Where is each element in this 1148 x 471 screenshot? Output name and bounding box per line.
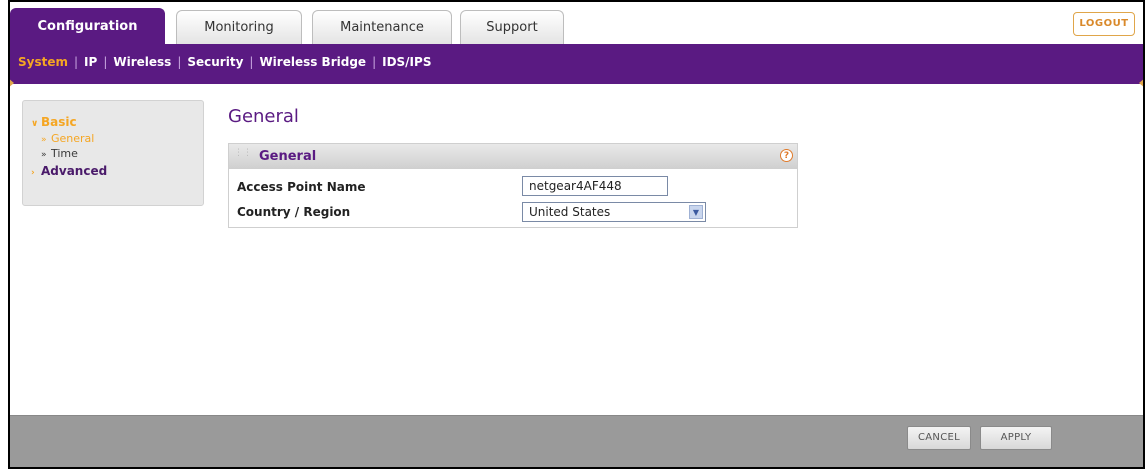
logout-button[interactable]: LOGOUT xyxy=(1073,12,1135,36)
tab-configuration[interactable]: Configuration xyxy=(10,8,165,44)
tab-support[interactable]: Support xyxy=(460,10,564,44)
tab-monitoring[interactable]: Monitoring xyxy=(176,10,302,44)
main-tab-bar: Configuration Monitoring Maintenance Sup… xyxy=(10,2,1143,44)
panel-header: ⋮⋮ General ? xyxy=(229,144,797,169)
access-point-name-label: Access Point Name xyxy=(237,180,366,194)
divider: | xyxy=(249,55,254,69)
subnav-system[interactable]: System xyxy=(18,55,68,69)
access-point-name-input[interactable] xyxy=(522,176,668,196)
app-window: Configuration Monitoring Maintenance Sup… xyxy=(8,0,1145,469)
panel-title: General xyxy=(259,149,317,164)
subnav-ids-ips[interactable]: IDS/IPS xyxy=(382,55,431,69)
country-region-select[interactable]: United States ▼ xyxy=(522,202,706,222)
sidebar-item-time[interactable]: » Time xyxy=(41,147,78,160)
help-icon[interactable]: ? xyxy=(780,149,793,162)
double-chevron-right-icon: » xyxy=(41,135,47,145)
page-title: General xyxy=(228,106,299,127)
corner-marker-right xyxy=(1139,78,1143,88)
sidebar-item-general[interactable]: » General xyxy=(41,132,94,145)
sidebar-item-advanced[interactable]: › Advanced xyxy=(31,164,107,178)
grip-icon: ⋮⋮ xyxy=(234,148,252,158)
subnav-wireless[interactable]: Wireless xyxy=(113,55,171,69)
sidebar-item-label: Time xyxy=(51,147,78,160)
divider: | xyxy=(74,55,79,69)
double-chevron-right-icon: » xyxy=(41,150,47,160)
sidebar-item-basic[interactable]: ∨ Basic xyxy=(31,115,77,129)
action-footer: CANCEL APPLY xyxy=(10,415,1143,467)
chevron-down-icon: ∨ xyxy=(31,119,39,129)
sidebar-item-label: General xyxy=(51,132,95,145)
tab-maintenance[interactable]: Maintenance xyxy=(312,10,452,44)
apply-button[interactable]: APPLY xyxy=(980,426,1052,450)
divider: | xyxy=(372,55,377,69)
country-region-label: Country / Region xyxy=(237,205,351,219)
chevron-right-icon: › xyxy=(31,168,35,178)
general-settings-panel: ⋮⋮ General ? Access Point Name Country /… xyxy=(228,143,798,228)
subnav-security[interactable]: Security xyxy=(187,55,243,69)
sub-navigation: System | IP | Wireless | Security | Wireless Bri… xyxy=(10,44,1143,88)
sidebar-menu: ∨ Basic » General » Time › Advanced xyxy=(22,100,204,206)
corner-marker-left xyxy=(10,78,14,88)
subnav-ip[interactable]: IP xyxy=(84,55,97,69)
subnav-wireless-bridge[interactable]: Wireless Bridge xyxy=(259,55,366,69)
cancel-button[interactable]: CANCEL xyxy=(907,426,971,450)
chevron-down-icon[interactable]: ▼ xyxy=(689,205,703,219)
sidebar-item-label: Advanced xyxy=(41,164,108,178)
divider: | xyxy=(103,55,108,69)
sidebar-item-label: Basic xyxy=(41,115,77,129)
select-value: United States xyxy=(529,205,611,219)
divider: | xyxy=(177,55,182,69)
